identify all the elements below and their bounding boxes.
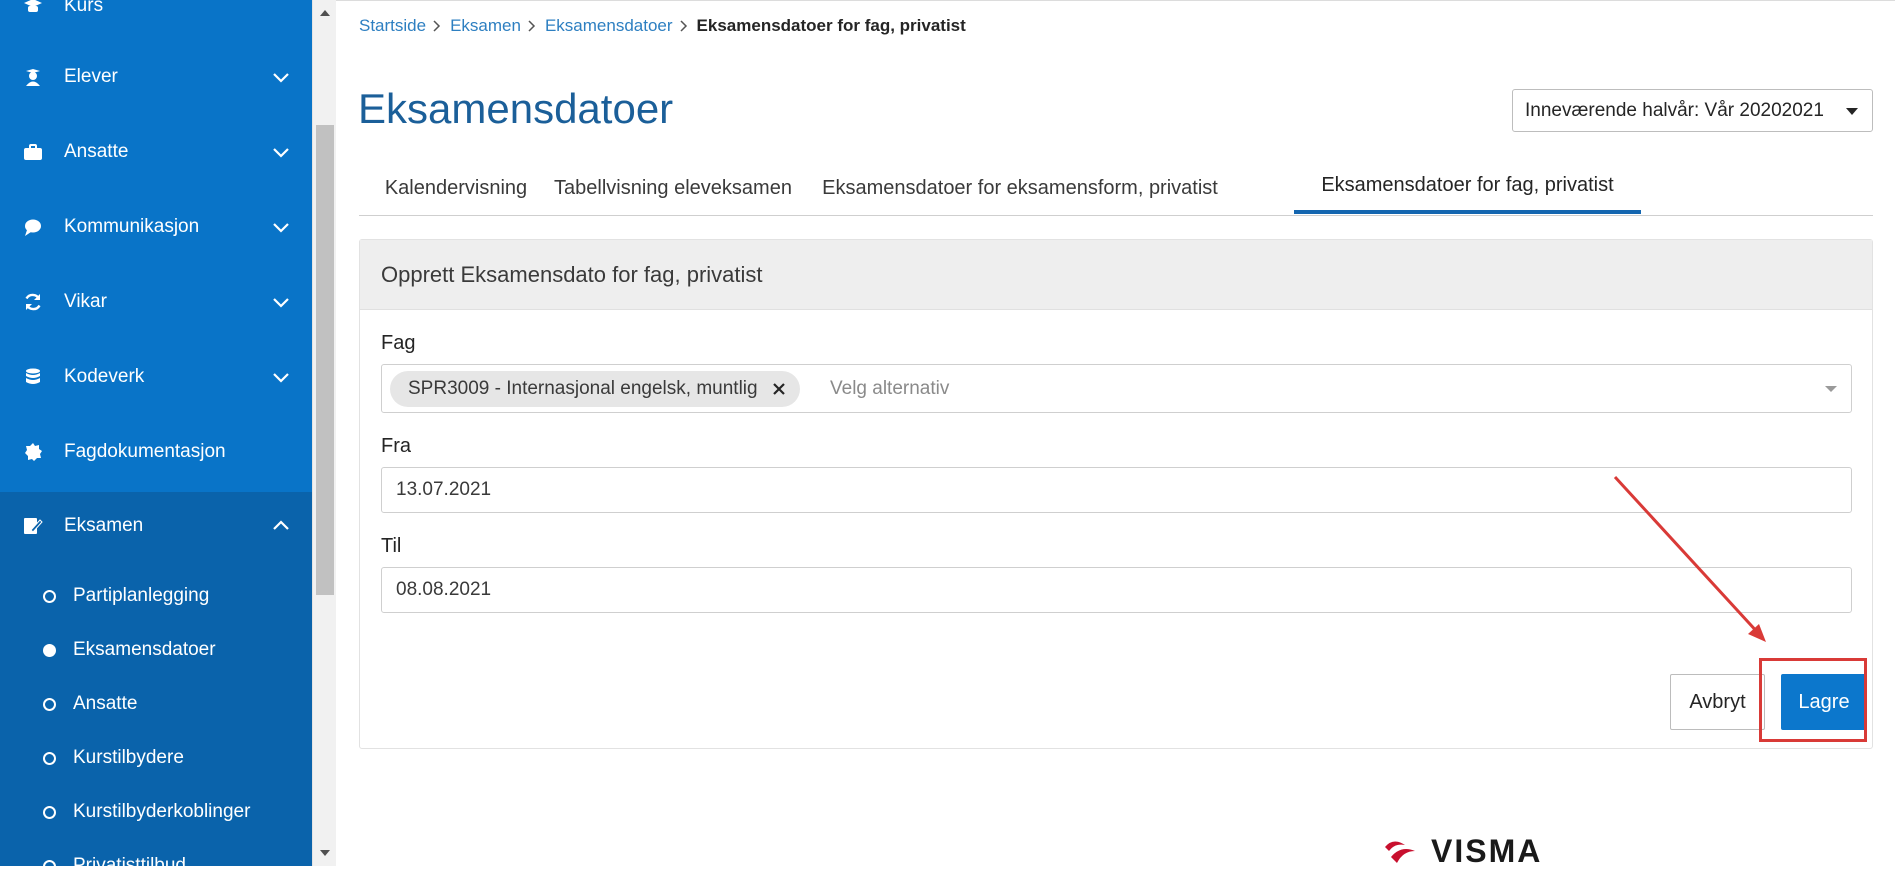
- breadcrumb-link-eksamensdatoer[interactable]: Eksamensdatoer: [545, 16, 673, 36]
- sidebar-scrollbar[interactable]: [312, 0, 336, 866]
- scroll-down-arrow-icon[interactable]: [313, 842, 337, 864]
- fag-label: Fag: [381, 332, 416, 354]
- visma-logo: VISMA: [1383, 833, 1542, 870]
- chevron-up-icon: [273, 520, 289, 530]
- sidebar-item-vikar[interactable]: Vikar: [0, 264, 312, 340]
- sidebar-subitem-label: Partiplanlegging: [73, 585, 210, 606]
- panel-title: Opprett Eksamensdato for fag, privatist: [381, 262, 763, 287]
- seal-icon: [22, 441, 44, 463]
- tab-bar: Kalendervisning Tabellvisning eleveksame…: [359, 161, 1873, 216]
- sidebar-subitem-label: Ansatte: [73, 693, 138, 714]
- tab-eksamensdatoer-eksamensform[interactable]: Eksamensdatoer for eksamensform, privati…: [793, 161, 1247, 216]
- sidebar-item-kommunikasjon[interactable]: Kommunikasjon: [0, 189, 312, 265]
- tab-label: Kalendervisning: [384, 177, 528, 199]
- caret-down-icon[interactable]: [1825, 386, 1837, 392]
- tab-tabellvisning-eleveksamen[interactable]: Tabellvisning eleveksamen: [553, 161, 793, 216]
- sidebar: Kurs Elever Ansatte Kommunikasjon Vikar: [0, 0, 312, 866]
- cancel-button[interactable]: Avbryt: [1670, 674, 1765, 730]
- sidebar-item-label: Ansatte: [64, 141, 129, 162]
- sidebar-subitem-ansatte[interactable]: Ansatte: [0, 677, 312, 731]
- breadcrumb-link-startside[interactable]: Startside: [359, 16, 426, 36]
- caret-down-icon: [1846, 108, 1858, 115]
- tab-eksamensdatoer-fag[interactable]: Eksamensdatoer for fag, privatist: [1294, 161, 1641, 214]
- circle-icon: [43, 751, 56, 765]
- sidebar-subitem-label: Kurstilbydere: [73, 747, 184, 768]
- til-date-field[interactable]: [381, 567, 1852, 613]
- close-icon[interactable]: [772, 382, 786, 396]
- sidebar-item-label: Kodeverk: [64, 366, 145, 387]
- sidebar-subitem-label: Privatisttilbud: [73, 855, 186, 866]
- breadcrumb-current: Eksamensdatoer for fag, privatist: [696, 16, 966, 35]
- visma-logo-mark-icon: [1385, 840, 1415, 863]
- sidebar-item-ansatte[interactable]: Ansatte: [0, 114, 312, 190]
- scroll-up-arrow-icon[interactable]: [313, 2, 337, 24]
- tab-label: Tabellvisning eleveksamen: [554, 177, 792, 199]
- sidebar-item-kurs[interactable]: Kurs: [0, 0, 312, 44]
- main-content: Startside Eksamen Eksamensdatoer Eksamen…: [336, 0, 1895, 869]
- create-exam-date-panel: Opprett Eksamensdato for fag, privatist …: [359, 239, 1873, 749]
- page-title: Eksamensdatoer: [358, 85, 674, 132]
- briefcase-icon: [22, 141, 44, 163]
- sidebar-item-label: Vikar: [64, 291, 107, 312]
- til-label: Til: [381, 535, 402, 557]
- selected-fag-chip: SPR3009 - Internasjonal engelsk, muntlig: [390, 371, 800, 407]
- graduation-cap-icon: [22, 0, 44, 17]
- sidebar-item-label: Kommunikasjon: [64, 216, 200, 237]
- chevron-down-icon: [273, 148, 289, 158]
- sidebar-subitem-kurstilbyderkoblinger[interactable]: Kurstilbyderkoblinger: [0, 785, 312, 839]
- speech-bubble-icon: [22, 216, 44, 238]
- fra-label: Fra: [381, 435, 411, 457]
- fra-date-field[interactable]: [381, 467, 1852, 513]
- sidebar-item-label: Eksamen: [64, 515, 144, 536]
- panel-header: Opprett Eksamensdato for fag, privatist: [360, 240, 1872, 310]
- sidebar-subitem-label: Eksamensdatoer: [73, 639, 216, 660]
- database-icon: [22, 366, 44, 388]
- filled-circle-icon: [43, 643, 56, 657]
- tab-label: Eksamensdatoer for fag, privatist: [1321, 174, 1614, 196]
- chevron-down-icon: [273, 373, 289, 383]
- refresh-icon: [22, 291, 44, 313]
- circle-icon: [43, 589, 56, 603]
- tab-kalendervisning[interactable]: Kalendervisning: [359, 161, 553, 216]
- term-select-value: Inneværende halvår: Vår 20202021: [1525, 99, 1824, 121]
- breadcrumb: Startside Eksamen Eksamensdatoer Eksamen…: [359, 16, 966, 36]
- term-select[interactable]: Inneværende halvår: Vår 20202021: [1512, 89, 1873, 132]
- edit-document-icon: [22, 515, 44, 537]
- sidebar-subitem-privatisttilbud[interactable]: Privatisttilbud: [0, 839, 312, 866]
- fag-select-placeholder: Velg alternativ: [830, 378, 950, 399]
- chevron-down-icon: [273, 73, 289, 83]
- visma-logo-text: VISMA: [1431, 833, 1543, 869]
- circle-icon: [43, 859, 56, 866]
- sidebar-item-label: Elever: [64, 66, 118, 87]
- sidebar-item-label: Fagdokumentasjon: [64, 441, 226, 462]
- breadcrumb-link-eksamen[interactable]: Eksamen: [450, 16, 521, 36]
- sidebar-subitem-partiplanlegging[interactable]: Partiplanlegging: [0, 569, 312, 623]
- chip-label: SPR3009 - Internasjonal engelsk, muntlig: [408, 378, 758, 399]
- chevron-down-icon: [273, 223, 289, 233]
- sidebar-item-fagdokumentasjon[interactable]: Fagdokumentasjon: [0, 414, 312, 490]
- sidebar-item-kodeverk[interactable]: Kodeverk: [0, 339, 312, 415]
- save-button[interactable]: Lagre: [1781, 674, 1867, 730]
- chevron-right-icon: [680, 20, 687, 32]
- chevron-right-icon: [433, 20, 441, 32]
- scrollbar-thumb[interactable]: [316, 125, 334, 595]
- fag-select[interactable]: SPR3009 - Internasjonal engelsk, muntlig…: [381, 364, 1852, 413]
- chevron-right-icon: [528, 20, 536, 32]
- circle-icon: [43, 805, 56, 819]
- sidebar-item-elever[interactable]: Elever: [0, 39, 312, 115]
- student-icon: [22, 66, 44, 88]
- circle-icon: [43, 697, 56, 711]
- sidebar-subitem-kurstilbydere[interactable]: Kurstilbydere: [0, 731, 312, 785]
- tab-label: Eksamensdatoer for eksamensform, privati…: [822, 177, 1218, 199]
- sidebar-item-eksamen[interactable]: Eksamen: [0, 488, 312, 564]
- chevron-down-icon: [273, 298, 289, 308]
- sidebar-item-label: Kurs: [64, 0, 104, 16]
- sidebar-subitem-label: Kurstilbyderkoblinger: [73, 801, 251, 822]
- sidebar-subitem-eksamensdatoer[interactable]: Eksamensdatoer: [0, 623, 312, 677]
